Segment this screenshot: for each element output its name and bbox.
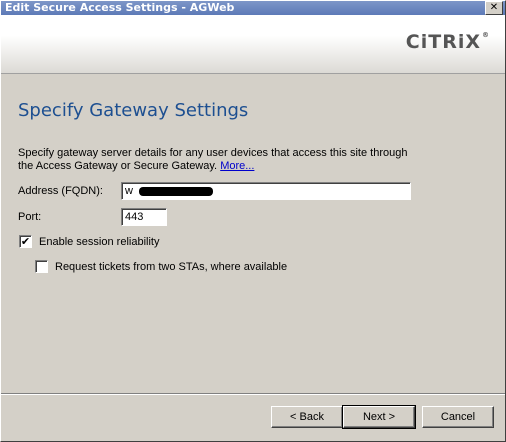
title-bar[interactable]: Edit Secure Access Settings - AGWeb ✕ <box>1 1 505 15</box>
port-input[interactable]: 443 <box>121 208 167 226</box>
port-value: 443 <box>125 211 144 223</box>
window-title: Edit Secure Access Settings - AGWeb <box>5 1 235 14</box>
redaction-mark <box>138 186 213 196</box>
back-button[interactable]: < Back <box>271 406 343 428</box>
description-body: Specify gateway server details for any u… <box>18 147 408 172</box>
address-value: w <box>125 185 133 197</box>
session-reliability-checkbox[interactable]: ✔ <box>19 235 32 248</box>
citrix-logo: CiTRiX® <box>405 31 489 53</box>
description-text: Specify gateway server details for any u… <box>18 147 418 173</box>
address-input[interactable]: w <box>121 182 411 200</box>
cancel-button[interactable]: Cancel <box>422 406 494 428</box>
close-icon: ✕ <box>489 2 499 13</box>
header-banner: CiTRiX® <box>1 15 505 74</box>
dialog-window: Edit Secure Access Settings - AGWeb ✕ Ci… <box>0 0 506 442</box>
next-button[interactable]: Next > <box>342 405 416 429</box>
address-label: Address (FQDN): <box>18 185 103 197</box>
session-reliability-label[interactable]: Enable session reliability <box>39 236 159 248</box>
checkmark-icon: ✔ <box>20 235 31 248</box>
more-link[interactable]: More... <box>220 160 254 172</box>
request-tickets-label[interactable]: Request tickets from two STAs, where ava… <box>55 261 287 273</box>
port-label: Port: <box>18 211 42 223</box>
page-title: Specify Gateway Settings <box>18 100 249 121</box>
request-tickets-checkbox[interactable] <box>35 260 48 273</box>
footer-divider <box>1 393 505 395</box>
close-button[interactable]: ✕ <box>485 1 503 15</box>
